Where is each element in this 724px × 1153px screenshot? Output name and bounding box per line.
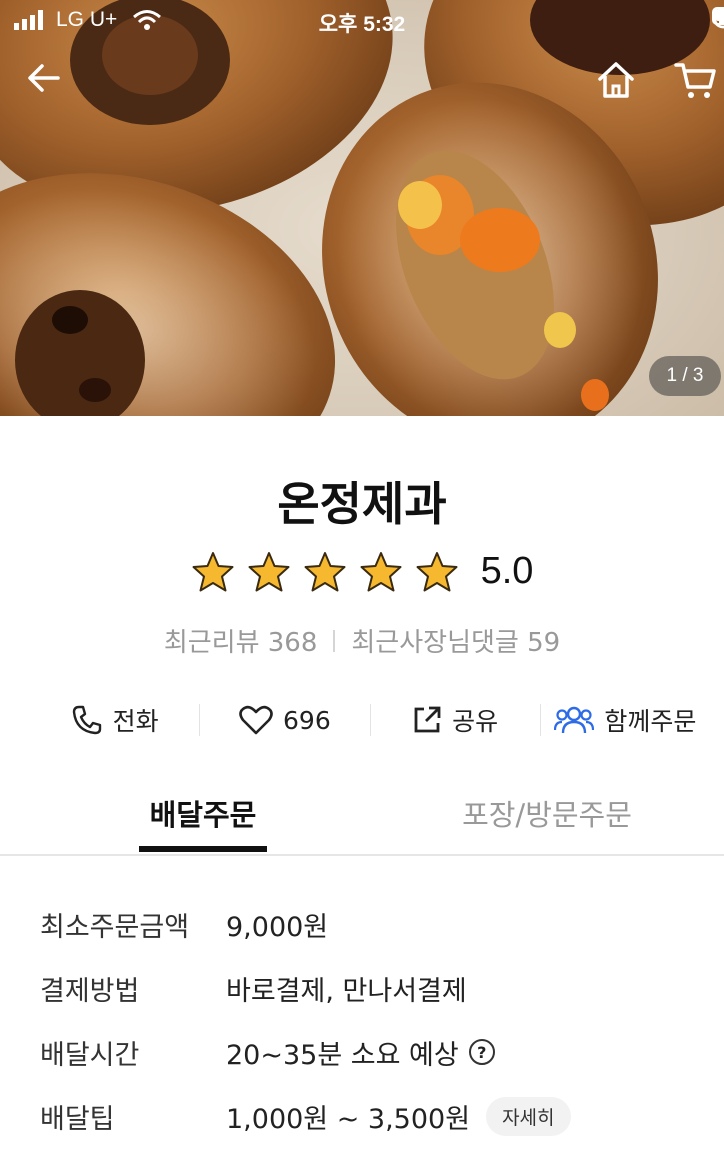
cart-button[interactable] (674, 60, 722, 108)
star-icon (416, 551, 458, 591)
share-label: 공유 (452, 707, 499, 736)
question-help-icon[interactable]: ? (468, 1039, 495, 1065)
back-button[interactable] (26, 60, 74, 108)
like-button[interactable]: 696 (200, 705, 369, 735)
status-bar: LG U+ 오후 5:32 (0, 0, 724, 44)
call-label: 전화 (112, 707, 159, 736)
rating-value: 5.0 (480, 550, 534, 592)
delivery-time-value-wrap: 20~35분 소요 예상 ? (226, 1033, 495, 1072)
recent-reviews-link[interactable]: 최근리뷰 368 (164, 622, 318, 659)
home-icon (598, 62, 634, 98)
min-order-value: 9,000원 (226, 911, 329, 943)
rating-row[interactable]: 5.0 (0, 550, 724, 593)
group-order-button[interactable]: 함께주문 (541, 702, 710, 738)
payment-value: 바로결제, 만나서결제 (226, 975, 467, 1007)
star-icon (248, 551, 290, 591)
group-order-label: 함께주문 (604, 707, 697, 736)
tab-delivery-order[interactable]: 배달주문 (139, 792, 267, 834)
delivery-tip-row: 배달팁 1,000원 ~ 3,500원 자세히 (40, 1084, 700, 1148)
back-arrow-icon (28, 64, 60, 92)
min-order-label: 최소주문금액 (40, 911, 190, 943)
share-icon (414, 706, 441, 733)
image-counter: 1 / 3 (649, 356, 721, 396)
heart-icon (239, 705, 273, 735)
cart-icon (674, 63, 716, 98)
action-bar: 전화 696 공유 함께주문 (30, 694, 710, 746)
group-people-icon (554, 706, 595, 734)
call-button[interactable]: 전화 (30, 702, 199, 738)
delivery-tip-label: 배달팁 (40, 1103, 115, 1135)
active-tab-indicator (139, 846, 267, 852)
tip-detail-button[interactable]: 자세히 (486, 1096, 571, 1136)
status-time: 오후 5:32 (318, 13, 406, 36)
star-rating (191, 551, 459, 593)
store-photo-carousel[interactable]: LG U+ 오후 5:32 1 / 3 (0, 0, 724, 416)
delivery-time-row: 배달시간 20~35분 소요 예상 ? (40, 1020, 700, 1084)
delivery-time-value: 20~35분 소요 예상 (226, 1039, 459, 1071)
phone-icon (72, 705, 101, 735)
order-type-tabs: 배달주문 포장/방문주문 (0, 784, 724, 856)
delivery-tip-value: 1,000원 ~ 3,500원 (226, 1103, 471, 1135)
like-count: 696 (283, 705, 331, 735)
review-counts: 최근리뷰 368 최근사장님댓글 59 (0, 622, 724, 659)
delivery-tip-value-wrap: 1,000원 ~ 3,500원 자세히 (226, 1096, 571, 1136)
battery-icon (712, 7, 724, 25)
payment-label: 결제방법 (40, 975, 140, 1007)
home-button[interactable] (596, 60, 644, 108)
min-order-row: 최소주문금액 9,000원 (40, 892, 700, 956)
star-icon (192, 551, 234, 591)
recent-owner-replies-link[interactable]: 최근사장님댓글 59 (351, 622, 560, 659)
star-icon (304, 551, 346, 591)
star-icon (360, 551, 402, 591)
tab-pickup-order[interactable]: 포장/방문주문 (430, 792, 664, 834)
delivery-time-label: 배달시간 (40, 1039, 140, 1071)
share-button[interactable]: 공유 (371, 702, 540, 738)
payment-row: 결제방법 바로결제, 만나서결제 (40, 956, 700, 1020)
delivery-info: 최소주문금액 9,000원 결제방법 바로결제, 만나서결제 배달시간 20~3… (40, 892, 700, 1148)
store-name: 온정제과 (277, 477, 447, 531)
divider (333, 629, 336, 652)
